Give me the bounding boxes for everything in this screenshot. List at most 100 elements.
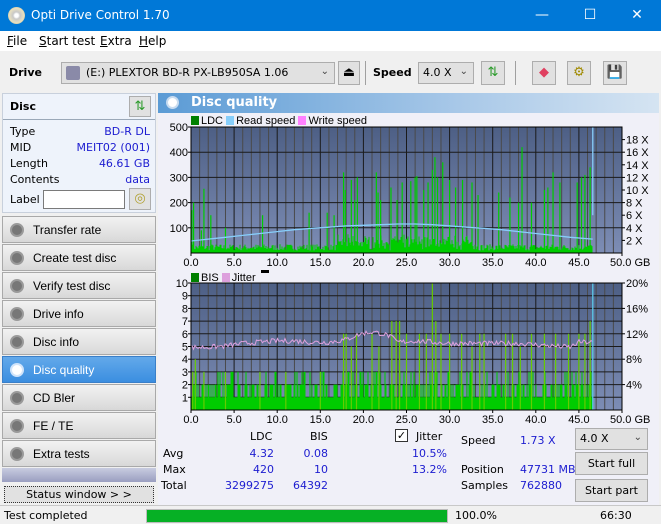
menu-file[interactable]: File [7, 34, 27, 48]
status-text: Test completed [4, 509, 88, 522]
menu-start-test[interactable]: Start test [39, 34, 95, 48]
erase-icon: ◆ [539, 65, 549, 80]
disc-length-value: 46.61 GB [98, 157, 150, 170]
divider [3, 119, 155, 120]
total-label: Total [161, 479, 187, 492]
fe-te-icon [10, 419, 24, 433]
refresh-button[interactable]: ⇅ [481, 61, 505, 85]
nav-disc-info[interactable]: Disc info [2, 328, 156, 355]
nav-fe-te[interactable]: FE / TE [2, 412, 156, 439]
verify-disc-icon [10, 279, 24, 293]
y-left-tick-label: 6 [182, 329, 188, 341]
status-bar: Test completed 100.0% 66:30 [0, 505, 661, 524]
total-bis: 64392 [293, 479, 328, 492]
nav-cd-bler[interactable]: CD Bler [2, 384, 156, 411]
start-part-button[interactable]: Start part [575, 479, 648, 502]
disc-quality-icon [10, 363, 24, 377]
title-bar: Opti Drive Control 1.70 — ☐ ✕ [0, 0, 661, 31]
extra-tests-icon [10, 447, 24, 461]
eject-button[interactable]: ⏏ [338, 61, 360, 85]
nav-verify-test-disc[interactable]: Verify test disc [2, 272, 156, 299]
max-jitter: 13.2% [412, 463, 447, 476]
minimize-button[interactable]: — [519, 0, 565, 31]
x-tick-label: 15.0 [310, 257, 331, 269]
disc-refresh-button[interactable]: ⇅ [129, 96, 151, 117]
disc-mid-value: MEIT02 (001) [76, 141, 150, 154]
drive-icon [66, 66, 80, 80]
erase-button[interactable]: ◆ [532, 61, 556, 85]
elapsed-time: 66:30 [600, 509, 632, 522]
y-left-tick-label: 5 [182, 342, 188, 354]
y-right-tick-label: 14 X [626, 160, 649, 172]
y-right-tick-label: 16% [626, 303, 648, 315]
nav-disc-quality[interactable]: Disc quality [2, 356, 156, 383]
drive-info-icon [10, 307, 24, 321]
y-right-tick-label: 4% [626, 380, 642, 392]
transfer-rate-icon [10, 223, 24, 237]
y-left-tick-label: 9 [182, 291, 188, 303]
test-speed-select[interactable]: 4.0 X ⌄ [575, 428, 648, 450]
disc-header: Disc [10, 100, 36, 113]
samples-value: 762880 [520, 479, 562, 492]
charts-svg: 0.0 5.0 10.0 15.0 20.0 25.0 30.0 35.0 40.0 45.0 50… [170, 122, 651, 426]
y-right-tick-label: 8 X [626, 198, 643, 210]
create-disc-icon [10, 251, 24, 265]
max-ldc: 420 [253, 463, 274, 476]
cd-icon: ◎ [134, 191, 146, 206]
menu-help[interactable]: Help [139, 34, 166, 48]
jitter-checkbox[interactable]: ✓ [395, 429, 408, 442]
drive-select[interactable]: (E:) PLEXTOR BD-R PX-LB950SA 1.06 ⌄ [61, 62, 335, 84]
close-button[interactable]: ✕ [614, 0, 660, 31]
y-left-tick-label: 400 [170, 147, 188, 159]
nav-transfer-rate[interactable]: Transfer rate [2, 216, 156, 243]
panel-header: Disc quality [158, 93, 659, 113]
progress-bar [146, 509, 448, 523]
speed-label: Speed [461, 434, 496, 447]
start-full-button[interactable]: Start full [575, 452, 648, 475]
toolbar: Drive (E:) PLEXTOR BD-R PX-LB950SA 1.06 … [0, 51, 661, 93]
maximize-button[interactable]: ☐ [567, 0, 613, 31]
disc-label-label: Label [10, 193, 40, 206]
disc-quality-icon [166, 96, 179, 109]
save-icon: 💾 [606, 65, 624, 80]
x-tick-label: 30.0 [439, 257, 460, 269]
panel-title: Disc quality [191, 95, 278, 110]
disc-info-panel: Disc ⇅ Type BD-R DL MID MEIT02 (001) Len… [2, 93, 156, 213]
chevron-down-icon: ⌄ [633, 432, 642, 443]
disc-label-button[interactable]: ◎ [129, 188, 151, 210]
samples-label: Samples [461, 479, 508, 492]
speed-select[interactable]: 4.0 X ⌄ [418, 62, 474, 84]
x-tick-label: 50.0 GB [610, 414, 650, 426]
x-tick-label: 25.0 [396, 257, 417, 269]
refresh-icon: ⇅ [134, 99, 146, 114]
speed-label: Speed [373, 66, 412, 79]
col-header-bis: BIS [310, 430, 328, 443]
y-left-tick-label: 100 [170, 223, 188, 235]
y-right-tick-label: 6 X [626, 210, 643, 222]
y-left-tick-label: 4 [182, 354, 188, 366]
position-label: Position [461, 463, 504, 476]
y-right-tick-label: 10 X [626, 185, 649, 197]
x-tick-label: 0.0 [183, 414, 198, 426]
x-tick-label: 10.0 [266, 257, 287, 269]
disc-info-icon [10, 335, 24, 349]
nav-extra-tests[interactable]: Extra tests [2, 440, 156, 467]
save-button[interactable]: 💾 [603, 61, 627, 85]
settings-icon: ⚙ [573, 65, 585, 80]
x-tick-label: 45.0 [568, 414, 589, 426]
left-panel: Disc ⇅ Type BD-R DL MID MEIT02 (001) Len… [0, 93, 158, 505]
y-left-tick-label: 2 [182, 380, 188, 392]
disc-label-input[interactable] [43, 190, 125, 209]
menu-extra[interactable]: Extra [100, 34, 132, 48]
settings-button[interactable]: ⚙ [567, 61, 591, 85]
nav-create-test-disc[interactable]: Create test disc [2, 244, 156, 271]
progress-fill [147, 510, 447, 522]
x-tick-label: 15.0 [310, 414, 331, 426]
avg-jitter: 10.5% [412, 447, 447, 460]
y-right-tick-label: 18 X [626, 135, 649, 147]
jitter-label: Jitter [416, 430, 443, 443]
y-right-tick-label: 12 X [626, 172, 649, 184]
nav-drive-info[interactable]: Drive info [2, 300, 156, 327]
status-window-button[interactable]: Status window > > [4, 486, 154, 503]
y-right-tick-label: 2 X [626, 235, 643, 247]
